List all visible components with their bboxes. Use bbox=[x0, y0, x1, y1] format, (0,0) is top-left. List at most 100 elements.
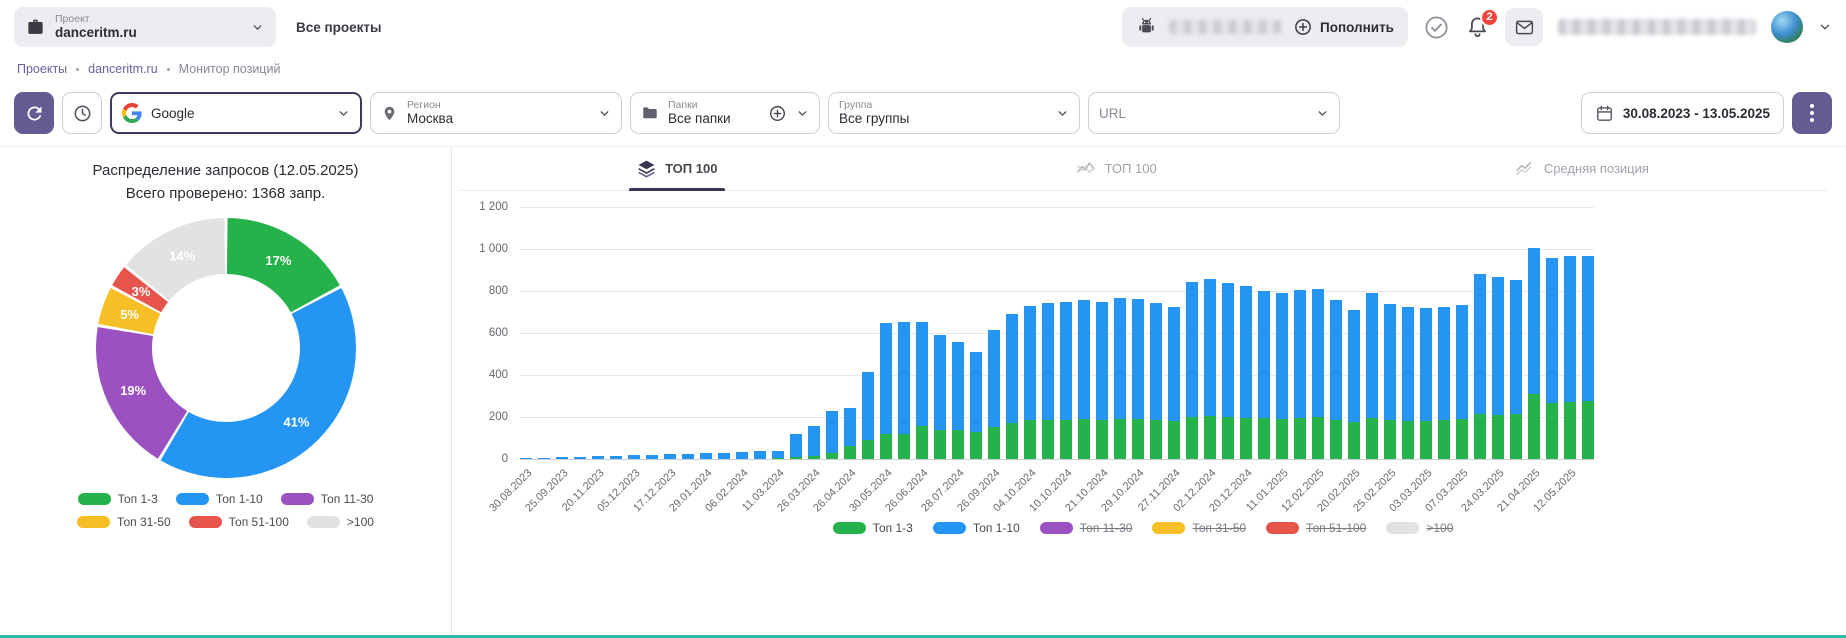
tab-average-position[interactable]: Средняя позиция bbox=[1507, 147, 1657, 190]
messages-button[interactable] bbox=[1505, 8, 1543, 46]
bar-segment-top1-3 bbox=[1294, 418, 1306, 459]
bar-segment-top1-10 bbox=[1312, 289, 1324, 417]
folders-label: Папки bbox=[668, 99, 731, 111]
donut-legend: Топ 1-3 Топ 1-10 Топ 11-30 Топ 31-50 Топ 51-… bbox=[0, 492, 451, 529]
legend-label: Топ 1-10 bbox=[216, 492, 263, 506]
bar-segment-top1-10 bbox=[1132, 299, 1144, 419]
donut-chart-subtitle: Всего проверено: 1368 запр. bbox=[0, 182, 451, 205]
legend-item[interactable]: Топ 1-3 bbox=[78, 492, 158, 506]
legend-label: Топ 1-3 bbox=[118, 492, 158, 506]
legend-item[interactable]: Топ 11-30 bbox=[1040, 521, 1133, 535]
legend-item[interactable]: Топ 1-10 bbox=[176, 492, 263, 506]
search-engine-select[interactable]: Google bbox=[110, 92, 362, 134]
bar-segment-top1-10 bbox=[1564, 256, 1576, 402]
legend-item[interactable]: >100 bbox=[307, 515, 374, 529]
bar-segment-top1-10 bbox=[1042, 303, 1054, 420]
legend-swatch bbox=[307, 516, 340, 528]
legend-swatch bbox=[833, 522, 866, 534]
date-range-picker[interactable]: 30.08.2023 - 13.05.2025 bbox=[1581, 92, 1784, 134]
bar-segment-top1-10 bbox=[1024, 306, 1036, 420]
tab-top100-lines[interactable]: ТОП 100 bbox=[1068, 147, 1165, 190]
legend-item[interactable]: Топ 51-100 bbox=[1266, 521, 1366, 535]
history-button[interactable] bbox=[62, 92, 102, 134]
tab-top100-stacked[interactable]: ТОП 100 bbox=[629, 147, 725, 190]
folder-icon bbox=[641, 104, 659, 122]
legend-item[interactable]: >100 bbox=[1386, 521, 1453, 535]
google-icon bbox=[122, 103, 142, 123]
bar-segment-top1-10 bbox=[1384, 304, 1396, 420]
bar-segment-top1-10 bbox=[1006, 314, 1018, 423]
gridline bbox=[520, 375, 1594, 376]
bar-segment-top1-10 bbox=[880, 323, 892, 434]
bar-segment-top1-3 bbox=[1240, 418, 1252, 459]
bar-segment-top1-10 bbox=[808, 426, 820, 456]
tasks-status-button[interactable] bbox=[1423, 14, 1450, 41]
breadcrumb-project-name[interactable]: danceritm.ru bbox=[88, 62, 157, 76]
refresh-button[interactable] bbox=[14, 92, 54, 134]
bar-segment-top1-10 bbox=[1240, 286, 1252, 418]
legend-item[interactable]: Топ 31-50 bbox=[1152, 521, 1246, 535]
bar-segment-top1-3 bbox=[1492, 415, 1504, 459]
bar-segment-top1-10 bbox=[736, 452, 748, 459]
project-selector[interactable]: Проект danceritm.ru bbox=[14, 7, 276, 47]
tab-label: ТОП 100 bbox=[665, 161, 717, 176]
legend-item[interactable]: Топ 51-100 bbox=[189, 515, 289, 529]
tab-label: ТОП 100 bbox=[1105, 161, 1157, 176]
bar-segment-top1-10 bbox=[790, 434, 802, 457]
donut-segment-label: 19% bbox=[120, 382, 146, 397]
bar-segment-top1-10 bbox=[754, 451, 766, 459]
folders-select[interactable]: Папки Все папки bbox=[630, 92, 820, 134]
legend-item[interactable]: Топ 31-50 bbox=[77, 515, 171, 529]
folders-value: Все папки bbox=[668, 111, 731, 127]
url-select[interactable]: URL bbox=[1088, 92, 1340, 134]
legend-swatch bbox=[78, 493, 111, 505]
legend-swatch bbox=[1266, 522, 1299, 534]
layers-icon bbox=[637, 159, 656, 178]
group-label: Группа bbox=[839, 99, 909, 111]
legend-item[interactable]: Топ 1-3 bbox=[833, 521, 913, 535]
donut-segment[interactable] bbox=[160, 288, 355, 478]
bar-segment-top1-3 bbox=[1438, 420, 1450, 459]
bar-segment-top1-3 bbox=[1114, 419, 1126, 459]
breadcrumb-current: Монитор позиций bbox=[179, 62, 281, 76]
gridline bbox=[520, 249, 1594, 250]
region-select[interactable]: Регион Москва bbox=[370, 92, 622, 134]
bar-segment-top1-3 bbox=[1168, 421, 1180, 459]
breadcrumb-projects[interactable]: Проекты bbox=[17, 62, 67, 76]
legend-item[interactable]: Топ 1-10 bbox=[933, 521, 1020, 535]
user-menu-chevron-icon[interactable] bbox=[1818, 20, 1832, 34]
bar-segment-top1-3 bbox=[916, 426, 928, 459]
bar-segment-top1-3 bbox=[1582, 401, 1594, 459]
check-circle-icon bbox=[1423, 14, 1450, 41]
legend-label: Топ 31-50 bbox=[1192, 521, 1246, 535]
donut-segment-label: 14% bbox=[169, 248, 195, 263]
group-select[interactable]: Группа Все группы bbox=[828, 92, 1080, 134]
more-options-button[interactable] bbox=[1792, 92, 1832, 134]
calendar-icon bbox=[1595, 104, 1614, 123]
bar-segment-top1-3 bbox=[1204, 416, 1216, 459]
location-pin-icon bbox=[381, 105, 398, 122]
notifications-button[interactable]: 2 bbox=[1465, 15, 1490, 40]
bar-segment-top1-10 bbox=[1420, 308, 1432, 421]
gridline bbox=[520, 333, 1594, 334]
all-projects-link[interactable]: Все проекты bbox=[296, 20, 382, 35]
bar-segment-top1-10 bbox=[988, 330, 1000, 427]
bar-segment-top1-3 bbox=[1366, 418, 1378, 459]
bar-segment-top1-3 bbox=[970, 432, 982, 459]
legend-item[interactable]: Топ 11-30 bbox=[281, 492, 374, 506]
bar-segment-top1-10 bbox=[1438, 307, 1450, 420]
legend-swatch bbox=[1152, 522, 1185, 534]
bar-segment-top1-10 bbox=[772, 451, 784, 458]
bar-segment-top1-10 bbox=[1348, 310, 1360, 422]
bar-segment-top1-10 bbox=[862, 372, 874, 440]
add-folder-icon[interactable] bbox=[768, 104, 787, 123]
chevron-down-icon bbox=[796, 107, 809, 120]
breadcrumb-separator bbox=[76, 68, 79, 71]
kebab-icon bbox=[1810, 104, 1814, 122]
bar-chart-plot: 02004006008001 0001 200 bbox=[520, 207, 1594, 459]
topup-button[interactable]: Пополнить bbox=[1293, 17, 1394, 37]
legend-label: Топ 11-30 bbox=[1080, 521, 1133, 535]
bar-segment-top1-3 bbox=[952, 430, 964, 459]
balance-pill[interactable]: Пополнить bbox=[1122, 7, 1408, 47]
avatar[interactable] bbox=[1771, 11, 1803, 43]
